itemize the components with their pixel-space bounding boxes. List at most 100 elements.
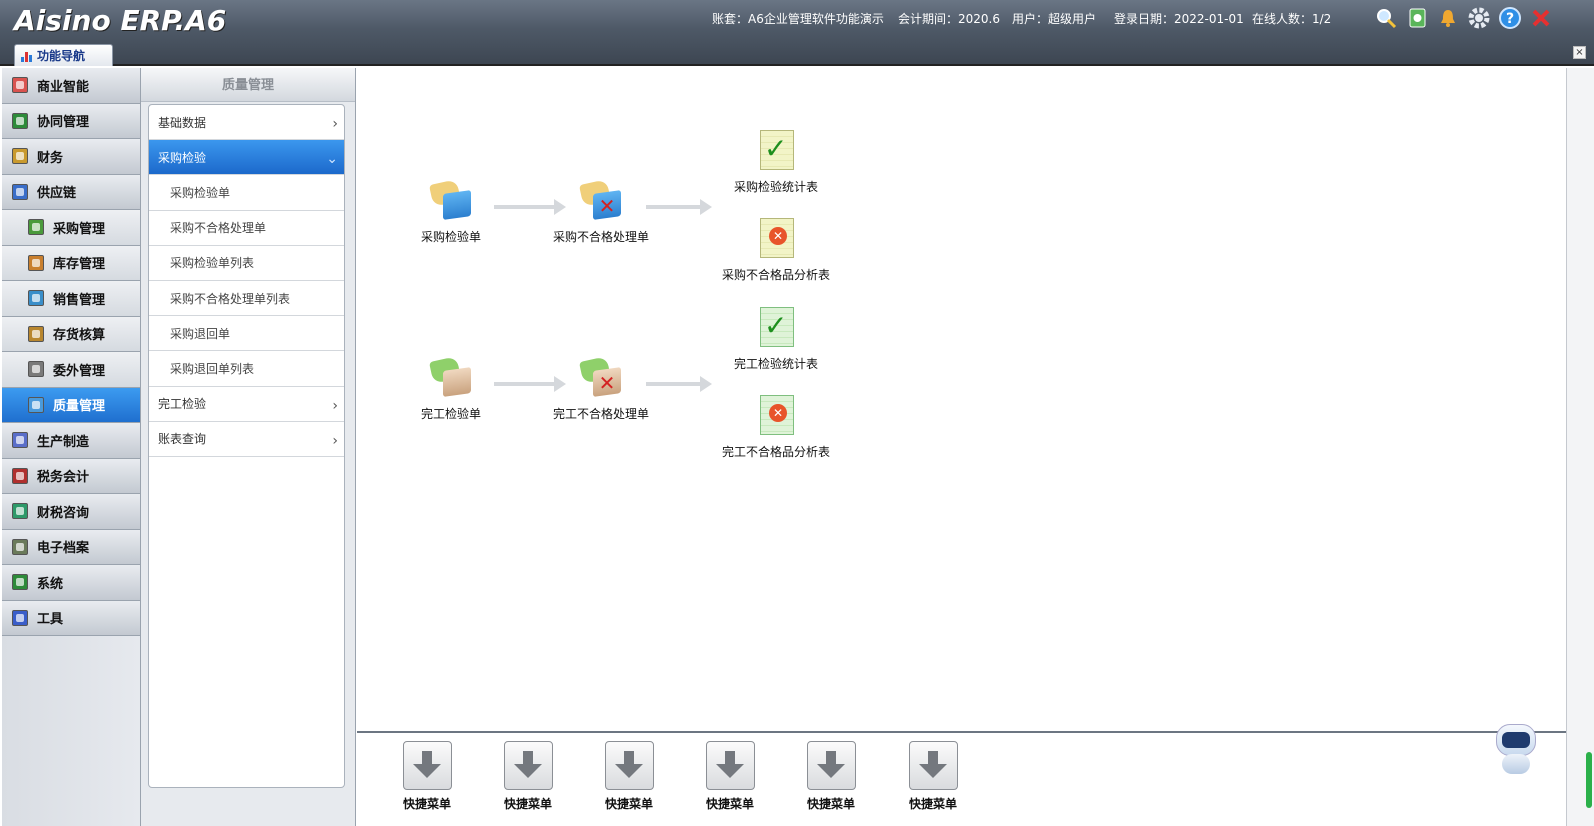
vertical-scrollbar[interactable]: [1566, 68, 1594, 826]
sidebar-item-finance[interactable]: 财务: [2, 139, 140, 175]
close-tab-button[interactable]: ×: [1573, 46, 1586, 59]
flow-node-finished-nonconform[interactable]: ✕ 完工不合格处理单: [536, 355, 666, 422]
menu-label: 基础数据: [158, 115, 207, 130]
sidebar-item-inventory[interactable]: 库存管理: [2, 245, 140, 281]
monitor-icon: [12, 574, 28, 591]
sidebar-item-quality[interactable]: 质量管理: [2, 387, 140, 423]
tab-function-navigation[interactable]: 功能导航: [14, 44, 113, 66]
quick-menu-button[interactable]: 快捷菜单: [498, 741, 558, 812]
flow-node-label: 完工检验单: [420, 407, 481, 421]
outsourcing-icon: [28, 361, 44, 378]
help-icon[interactable]: ?: [1498, 6, 1522, 30]
flow-node-finished-inspection[interactable]: 完工检验单: [386, 355, 516, 422]
menu-label: 采购检验: [158, 150, 207, 165]
sidebar-item-purchase[interactable]: 采购管理: [2, 210, 140, 246]
menu-group-basic-data[interactable]: 基础数据 ›: [149, 105, 344, 141]
download-arrow-icon: [402, 741, 452, 790]
menu-item-purchase-inspection-list[interactable]: 采购检验单列表: [149, 246, 344, 281]
online-count-text: 在线人数：1/2: [1252, 12, 1332, 26]
menu-label: 采购检验单列表: [170, 256, 255, 271]
sidebar-item-label: 电子档案: [37, 541, 90, 557]
sidebar-item-collaboration[interactable]: 协同管理: [2, 103, 140, 139]
sidebar-item-label: 质量管理: [53, 399, 106, 415]
sidebar-item-label: 委外管理: [53, 363, 106, 379]
menu-item-purchase-nonconform-form[interactable]: 采购不合格处理单: [149, 211, 344, 246]
sidebar-item-system[interactable]: 系统: [2, 565, 140, 601]
sidebar-item-tools[interactable]: 工具: [2, 600, 140, 636]
collaboration-icon: [12, 112, 28, 129]
menu-group-report-query[interactable]: 账表查询 ›: [149, 422, 344, 457]
close-icon[interactable]: [1529, 6, 1553, 30]
download-arrow-icon: [908, 741, 958, 790]
quality-menu-panel: 质量管理 基础数据 › 采购检验 ⌄ 采购检验单 采购不合格处理单 采购检验单列表 …: [141, 68, 356, 826]
business-intelligence-icon: [12, 77, 28, 94]
menu-group-finished-inspection[interactable]: 完工检验 ›: [149, 387, 344, 422]
sidebar-item-manufacturing[interactable]: 生产制造: [2, 423, 140, 459]
sidebar-item-outsourcing[interactable]: 委外管理: [2, 352, 140, 388]
quick-menu-bar: 快捷菜单 快捷菜单 快捷菜单 快捷菜单 快捷菜单 快捷菜单: [357, 731, 1566, 826]
manufacturing-icon: [12, 432, 28, 449]
flow-node-purchase-nonconform[interactable]: ✕ 采购不合格处理单: [536, 178, 666, 245]
quality-menu-list: 基础数据 › 采购检验 ⌄ 采购检验单 采购不合格处理单 采购检验单列表 采购不合格…: [148, 104, 345, 788]
chart-icon: [21, 50, 32, 62]
toolbar-icons: ?: [1374, 6, 1553, 30]
sidebar-item-label: 生产制造: [37, 434, 90, 450]
flow-node-purchase-stats[interactable]: ✓ 采购检验统计表: [711, 128, 841, 195]
quick-menu-button[interactable]: 快捷菜单: [397, 741, 457, 812]
bell-icon[interactable]: [1436, 6, 1460, 30]
menu-label: 采购退回单: [170, 326, 231, 341]
sidebar-item-business-intelligence[interactable]: 商业智能: [2, 68, 140, 104]
menu-item-purchase-return-form[interactable]: 采购退回单: [149, 316, 344, 352]
menu-label: 采购检验单: [170, 185, 231, 200]
sidebar-item-sales[interactable]: 销售管理: [2, 281, 140, 317]
menu-item-purchase-inspection-form[interactable]: 采购检验单: [149, 175, 344, 211]
sidebar-item-stock-accounting[interactable]: 存货核算: [2, 316, 140, 352]
quick-menu-label: 快捷菜单: [402, 797, 451, 811]
menu-group-purchase-inspection[interactable]: 采购检验 ⌄: [149, 140, 344, 176]
menu-item-purchase-nonconform-list[interactable]: 采购不合格处理单列表: [149, 281, 344, 317]
login-date-text: 登录日期：2022-01-01: [1114, 12, 1244, 26]
purchase-inspection-icon: [427, 178, 475, 224]
flow-node-finished-stats[interactable]: ✓ 完工检验统计表: [711, 305, 841, 372]
sidebar-item-label: 存货核算: [53, 328, 106, 344]
chevron-right-icon: ›: [332, 397, 338, 414]
globe-icon: [28, 290, 44, 307]
quick-menu-label: 快捷菜单: [806, 797, 855, 811]
flow-node-purchase-analysis[interactable]: ✕ 采购不合格品分析表: [711, 216, 841, 283]
quick-menu-label: 快捷菜单: [604, 797, 653, 811]
quick-menu-button[interactable]: 快捷菜单: [903, 741, 963, 812]
scrollbar-thumb[interactable]: [1586, 752, 1592, 808]
sidebar-item-label: 库存管理: [53, 257, 106, 273]
search-icon[interactable]: [1374, 6, 1398, 30]
download-arrow-icon: [503, 741, 553, 790]
sidebar-item-label: 采购管理: [53, 221, 106, 237]
user-text: 用户：超级用户: [1012, 12, 1097, 26]
menu-item-purchase-return-list[interactable]: 采购退回单列表: [149, 351, 344, 387]
sidebar-item-supply-chain[interactable]: 供应链: [2, 174, 140, 210]
sidebar-item-tax-accounting[interactable]: 税务会计: [2, 458, 140, 494]
checklist-icon: ✓: [752, 128, 800, 174]
flow-node-finished-analysis[interactable]: ✕ 完工不合格品分析表: [711, 393, 841, 460]
flow-node-purchase-inspection[interactable]: 采购检验单: [386, 178, 516, 245]
sidebar-item-label: 税务会计: [37, 470, 90, 486]
sidebar-item-label: 供应链: [37, 186, 77, 202]
sidebar-item-e-archive[interactable]: 电子档案: [2, 529, 140, 565]
purchase-icon: [28, 219, 44, 236]
module-sidebar: 商业智能 协同管理 财务 供应链 采购管理 库存管理 销售管理 存货核算 委外管…: [2, 68, 141, 826]
sidebar-item-label: 财务: [37, 150, 64, 166]
calculator-icon: [28, 325, 44, 342]
sidebar-item-tax-consulting[interactable]: 财税咨询: [2, 494, 140, 530]
notebook-icon[interactable]: [1405, 6, 1429, 30]
gear-icon[interactable]: [1467, 6, 1491, 30]
sidebar-item-label: 系统: [37, 576, 64, 592]
quick-menu-button[interactable]: 快捷菜单: [801, 741, 861, 812]
sidebar-item-label: 商业智能: [37, 79, 90, 95]
robot-assistant-icon[interactable]: [1492, 720, 1542, 776]
purchase-nonconform-icon: ✕: [577, 178, 625, 224]
quick-menu-button[interactable]: 快捷菜单: [700, 741, 760, 812]
flow-node-label: 采购不合格品分析表: [721, 268, 830, 282]
menu-label: 账表查询: [158, 432, 207, 447]
quick-menu-button[interactable]: 快捷菜单: [599, 741, 659, 812]
download-arrow-icon: [604, 741, 654, 790]
panel-title: 质量管理: [141, 68, 355, 102]
